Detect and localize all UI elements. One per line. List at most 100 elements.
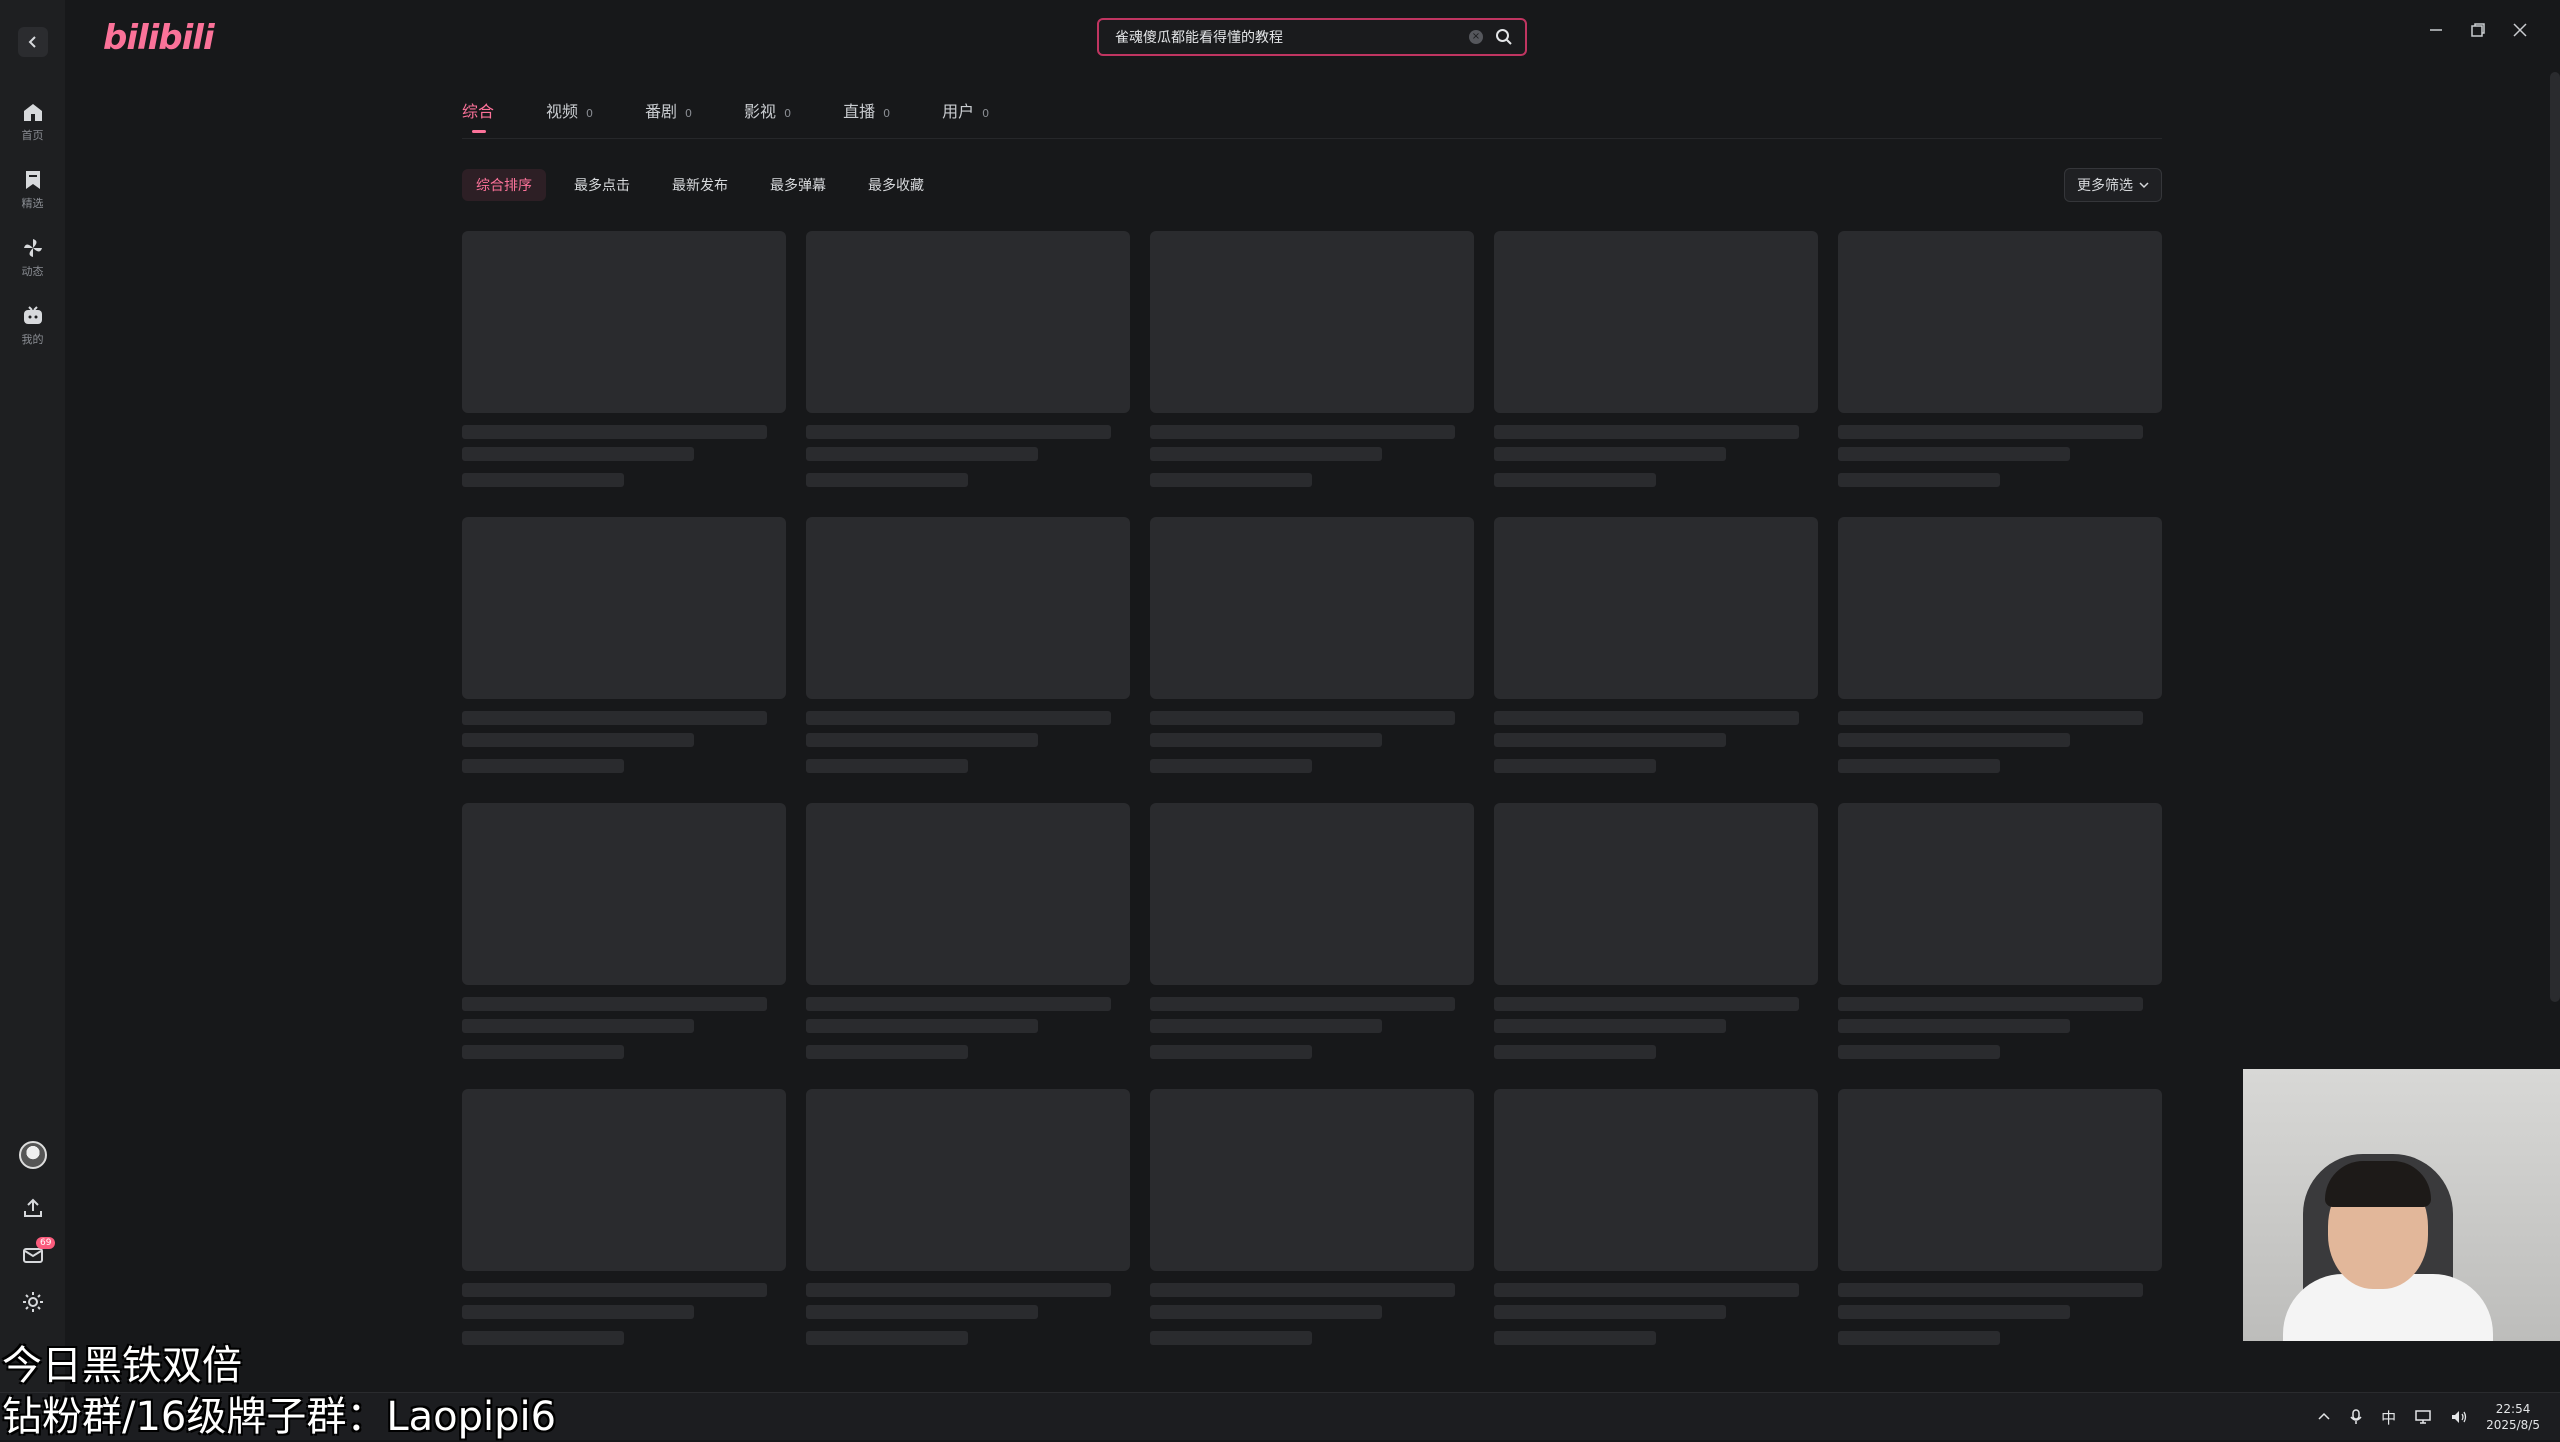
search-input[interactable] [1115, 29, 1469, 45]
skeleton-text-line [1150, 425, 1455, 439]
tab-count: 0 [883, 107, 891, 120]
minimize-button[interactable] [2426, 20, 2446, 40]
skeleton-text-line [1150, 1283, 1455, 1297]
chevron-up-icon[interactable] [2317, 1410, 2331, 1424]
tab-label: 影视 [744, 102, 777, 121]
result-card-skeleton [806, 517, 1130, 773]
sidebar-item-dynamic[interactable]: 动态 [0, 230, 65, 286]
skeleton-thumbnail [1494, 803, 1818, 985]
skeleton-text-line [1494, 447, 1726, 461]
result-card-skeleton [1494, 803, 1818, 1059]
skeleton-thumbnail [1150, 517, 1474, 699]
result-card-skeleton [1150, 517, 1474, 773]
pinwheel-icon [23, 239, 42, 257]
app-window: 首页 精选 动态 我的 69 bilibili × [0, 0, 2560, 1392]
result-card-skeleton [1150, 803, 1474, 1059]
result-card-skeleton [1838, 1089, 2162, 1345]
tab-bangumi[interactable]: 番剧 0 [645, 98, 692, 122]
ime-indicator[interactable]: 中 [2381, 1407, 2396, 1428]
skeleton-text-line [1838, 733, 2070, 747]
skeleton-thumbnail [806, 1089, 1130, 1271]
skeleton-text-line [806, 1045, 968, 1059]
skeleton-text-line [1494, 1045, 1656, 1059]
webcam-person-hair [2325, 1161, 2431, 1207]
skeleton-text-line [806, 425, 1111, 439]
sort-most-played[interactable]: 最多点击 [560, 169, 644, 201]
clear-search-icon[interactable]: × [1469, 30, 1483, 44]
skeleton-text-line [1494, 473, 1656, 487]
skeleton-text-line [806, 473, 968, 487]
bookmark-icon [25, 171, 40, 189]
clock-date: 2025/8/5 [2486, 1418, 2540, 1432]
skeleton-thumbnail [806, 231, 1130, 413]
user-avatar-button[interactable] [0, 1135, 65, 1175]
skeleton-thumbnail [1838, 517, 2162, 699]
volume-icon[interactable] [2450, 1409, 2468, 1425]
tab-live[interactable]: 直播 0 [843, 98, 890, 122]
skeleton-thumbnail [1150, 803, 1474, 985]
sidebar-item-mine[interactable]: 我的 [0, 298, 65, 354]
back-button[interactable] [18, 27, 48, 57]
skeleton-thumbnail [1494, 231, 1818, 413]
messages-button[interactable]: 69 [0, 1235, 65, 1275]
scrollbar[interactable] [2550, 72, 2560, 1002]
network-icon[interactable] [2414, 1409, 2432, 1425]
skeleton-thumbnail [806, 517, 1130, 699]
tab-count: 0 [685, 107, 693, 120]
skeleton-text-line [806, 997, 1111, 1011]
skeleton-text-line [1838, 997, 2143, 1011]
search-icon[interactable] [1495, 28, 1513, 46]
sort-newest[interactable]: 最新发布 [658, 169, 742, 201]
skeleton-thumbnail [1494, 517, 1818, 699]
sidebar-item-label: 我的 [21, 333, 44, 346]
skeleton-text-line [1838, 1305, 2070, 1319]
skeleton-text-line [806, 447, 1038, 461]
taskbar-clock[interactable]: 22:54 2025/8/5 [2486, 1401, 2540, 1433]
result-card-skeleton [806, 1089, 1130, 1345]
maximize-button[interactable] [2468, 20, 2488, 40]
theme-toggle-button[interactable] [0, 1282, 65, 1322]
tab-label: 番剧 [645, 102, 678, 121]
skeleton-text-line [462, 997, 767, 1011]
skeleton-text-line [462, 759, 624, 773]
tab-user[interactable]: 用户 0 [942, 98, 989, 122]
skeleton-text-line [462, 1305, 694, 1319]
window-controls [2426, 20, 2530, 40]
minimize-icon [2430, 29, 2442, 31]
sidebar-item-home[interactable]: 首页 [0, 94, 65, 150]
result-card-skeleton [1494, 517, 1818, 773]
tab-count: 0 [586, 107, 594, 120]
sidebar-item-label: 首页 [21, 129, 44, 142]
message-count-badge: 69 [36, 1237, 56, 1249]
sort-most-danmaku[interactable]: 最多弹幕 [756, 169, 840, 201]
sidebar-item-label: 精选 [21, 197, 44, 210]
system-tray: 中 22:54 2025/8/5 [2317, 1393, 2540, 1441]
sidebar-item-featured[interactable]: 精选 [0, 162, 65, 218]
skeleton-thumbnail [806, 803, 1130, 985]
tab-all[interactable]: 综合 [462, 98, 494, 133]
skeleton-text-line [1838, 1019, 2070, 1033]
skeleton-text-line [1494, 1283, 1799, 1297]
skeleton-text-line [806, 1331, 968, 1345]
chevron-down-icon [2139, 182, 2149, 189]
tab-film[interactable]: 影视 0 [744, 98, 791, 122]
restore-icon [2471, 23, 2485, 37]
tab-label: 视频 [546, 102, 579, 121]
bilibili-logo[interactable]: bilibili [103, 18, 215, 58]
close-button[interactable] [2510, 20, 2530, 40]
skeleton-text-line [806, 711, 1111, 725]
result-card-skeleton [806, 803, 1130, 1059]
skeleton-text-line [806, 1305, 1038, 1319]
skeleton-thumbnail [462, 517, 786, 699]
upload-button[interactable] [0, 1188, 65, 1228]
skeleton-text-line [462, 733, 694, 747]
skeleton-thumbnail [1838, 1089, 2162, 1271]
chevron-left-icon [28, 36, 36, 48]
result-card-skeleton [1494, 231, 1818, 487]
tab-video[interactable]: 视频 0 [546, 98, 593, 122]
sort-most-favorites[interactable]: 最多收藏 [854, 169, 938, 201]
sort-comprehensive[interactable]: 综合排序 [462, 169, 546, 201]
tab-count: 0 [784, 107, 792, 120]
microphone-icon[interactable] [2349, 1409, 2363, 1425]
more-filter-button[interactable]: 更多筛选 [2064, 168, 2162, 202]
